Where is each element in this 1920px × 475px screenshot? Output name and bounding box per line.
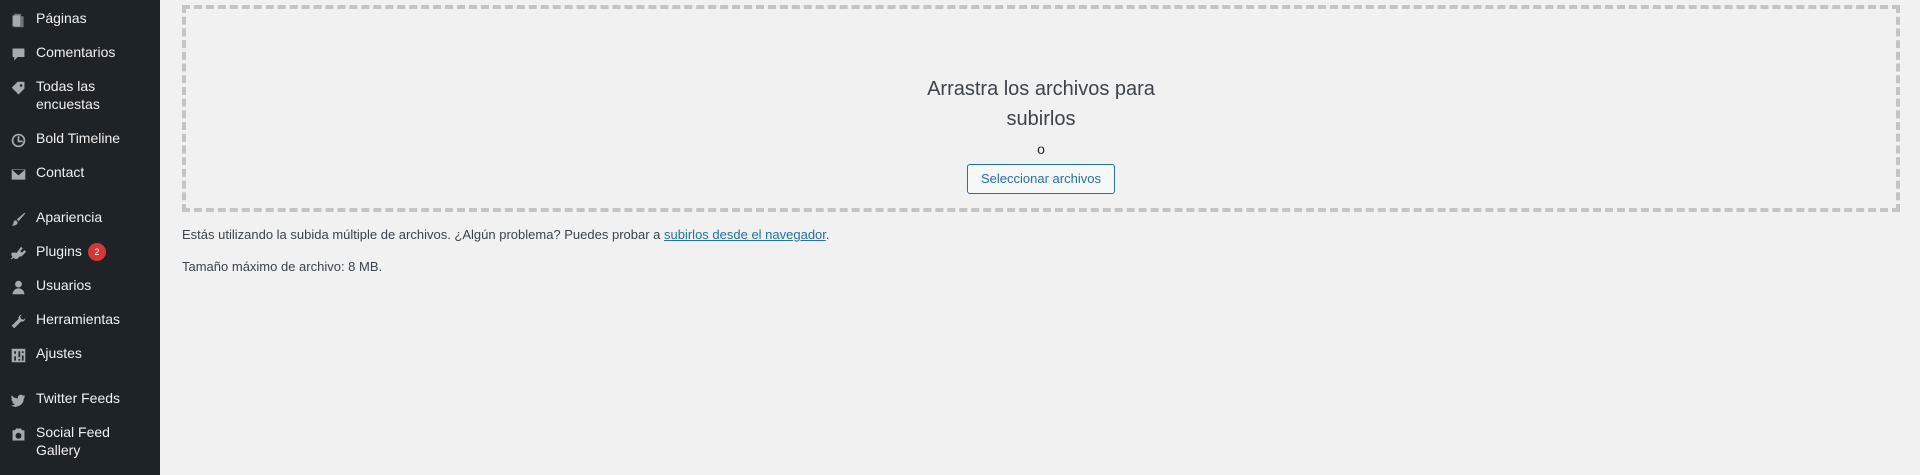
browser-uploader-link[interactable]: subirlos desde el navegador: [664, 227, 826, 242]
plugin-icon: [0, 242, 36, 262]
sidebar-item-label: Plugins: [36, 243, 82, 259]
clock-icon: [0, 129, 36, 149]
tag-icon: [0, 77, 36, 97]
select-files-button[interactable]: Seleccionar archivos: [967, 164, 1115, 194]
sidebar-item-label: Bold Timeline: [36, 130, 121, 146]
settings-icon: [0, 344, 36, 364]
comments-icon: [0, 43, 36, 63]
twitter-icon: [0, 389, 36, 409]
sidebar-item-twitter-feeds[interactable]: Twitter Feeds: [0, 389, 160, 409]
or-separator: o: [1037, 141, 1045, 157]
drop-title-line-1: Arrastra los archivos para: [927, 78, 1155, 100]
sidebar-item-label: Comentarios: [36, 44, 116, 60]
sidebar-item-label: Twitter Feeds: [36, 390, 121, 406]
camera-icon: [0, 423, 36, 443]
multi-upload-notice: Estás utilizando la subida múltiple de a…: [182, 226, 830, 244]
sidebar-item-plugins[interactable]: Plugins 2: [0, 242, 160, 262]
paintbrush-icon: [0, 208, 36, 228]
wrench-icon: [0, 310, 36, 330]
sidebar-item-apariencia[interactable]: Apariencia: [0, 208, 160, 228]
sidebar-item-comentarios[interactable]: Comentarios: [0, 43, 160, 63]
sidebar-item-label: Contact: [36, 164, 85, 180]
sidebar-item-label: Páginas: [36, 10, 87, 26]
file-drop-zone[interactable]: Arrastra los archivos para subirlos o Se…: [182, 5, 1900, 212]
drop-instructions: Arrastra los archivos para subirlos: [186, 74, 1896, 134]
max-file-size: Tamaño máximo de archivo: 8 MB.: [182, 259, 383, 274]
sidebar-item-label: Social Feed Gallery: [36, 424, 110, 458]
sidebar-item-label: Herramientas: [36, 311, 121, 327]
plugin-updates-badge: 2: [87, 243, 106, 262]
sidebar-item-usuarios[interactable]: Usuarios: [0, 276, 160, 296]
sidebar-item-contact[interactable]: Contact: [0, 163, 160, 183]
sidebar-item-label: Ajustes: [36, 345, 82, 361]
sidebar-item-label-wrap: Plugins 2: [36, 242, 146, 262]
sidebar-item-bold-timeline[interactable]: Bold Timeline: [0, 129, 160, 149]
sidebar-item-label: Apariencia: [36, 209, 103, 225]
multi-upload-suffix: .: [825, 227, 830, 242]
sidebar-item-label: Usuarios: [36, 277, 92, 293]
user-icon: [0, 276, 36, 296]
sidebar-item-label: Todas las encuestas: [36, 78, 100, 112]
multi-upload-text: Estás utilizando la subida múltiple de a…: [182, 227, 664, 242]
pages-icon: [0, 9, 36, 29]
envelope-icon: [0, 163, 36, 183]
sidebar-item-ajustes[interactable]: Ajustes: [0, 344, 160, 364]
sidebar-item-encuestas[interactable]: Todas las encuestas: [0, 77, 160, 113]
sidebar-item-herramientas[interactable]: Herramientas: [0, 310, 160, 330]
sidebar-item-social-feed-gallery[interactable]: Social Feed Gallery: [0, 423, 160, 459]
drop-title-line-2: subirlos: [1006, 108, 1076, 130]
sidebar-item-paginas[interactable]: Páginas: [0, 9, 160, 29]
admin-sidebar: Páginas Comentarios Todas las encuestas …: [0, 0, 160, 475]
